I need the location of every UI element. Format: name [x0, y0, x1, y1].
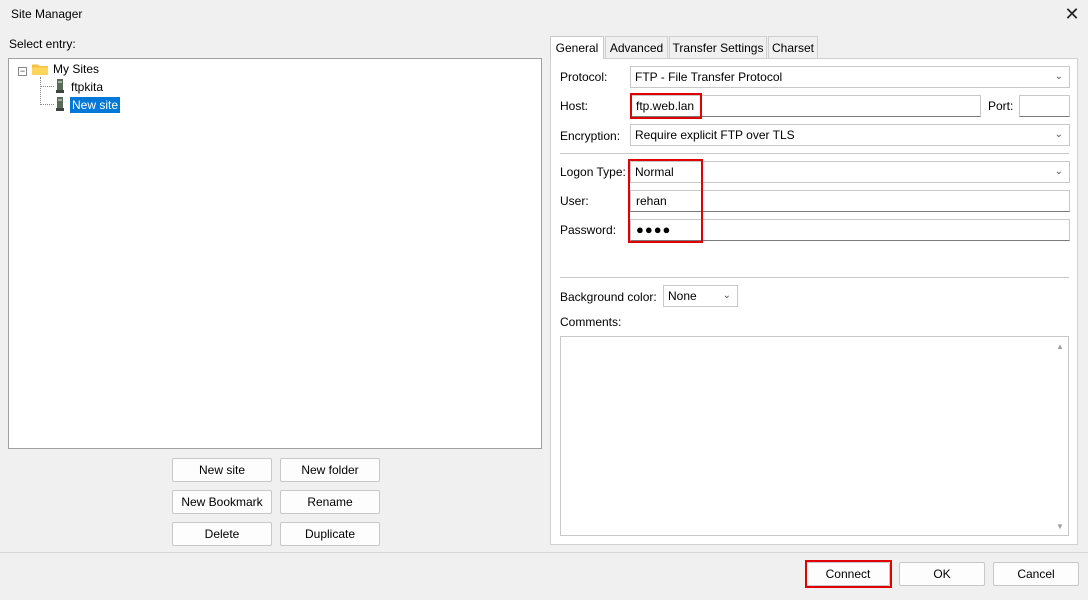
collapse-icon[interactable]: − — [18, 67, 27, 76]
site-tree[interactable]: − My Sites ftpkita New site — [8, 58, 542, 449]
duplicate-button[interactable]: Duplicate — [280, 522, 380, 546]
comments-textarea[interactable]: ▲ ▼ — [560, 336, 1069, 536]
cancel-button[interactable]: Cancel — [993, 562, 1079, 586]
title-bar — [0, 0, 1088, 30]
logon-type-select[interactable]: Normal ⌄ — [630, 161, 1070, 183]
tab-advanced[interactable]: Advanced — [605, 36, 668, 58]
background-color-value: None — [668, 289, 697, 303]
server-icon — [56, 97, 64, 111]
port-label: Port: — [988, 99, 1014, 113]
host-label: Host: — [560, 99, 589, 113]
tree-connector — [40, 86, 54, 87]
tab-transfer-settings[interactable]: Transfer Settings — [669, 36, 767, 58]
server-icon — [56, 79, 64, 93]
tab-charset[interactable]: Charset — [768, 36, 818, 58]
tree-connector — [40, 77, 41, 105]
logon-type-value: Normal — [635, 165, 674, 179]
password-label: Password: — [560, 223, 617, 237]
divider — [560, 277, 1069, 278]
chevron-down-icon: ⌄ — [722, 290, 731, 301]
window-title: Site Manager — [11, 7, 83, 21]
rename-button[interactable]: Rename — [280, 490, 380, 514]
comments-label: Comments: — [560, 315, 622, 329]
user-label: User: — [560, 194, 589, 208]
divider — [560, 153, 1069, 154]
select-entry-label: Select entry: — [9, 37, 76, 51]
background-color-label: Background color: — [560, 290, 657, 304]
encryption-label: Encryption: — [560, 129, 621, 143]
scroll-down-icon[interactable]: ▼ — [1056, 522, 1064, 531]
user-input[interactable]: rehan — [630, 190, 1070, 212]
tree-item-my-sites[interactable]: My Sites — [53, 61, 99, 77]
tab-general[interactable]: General — [550, 36, 604, 59]
password-input[interactable]: ●●●● — [630, 219, 1070, 241]
tree-connector — [40, 104, 54, 105]
connect-button[interactable]: Connect — [806, 562, 890, 586]
tree-item-new-site[interactable]: New site — [70, 97, 121, 113]
logon-type-label: Logon Type: — [560, 165, 626, 179]
encryption-select[interactable]: Require explicit FTP over TLS ⌄ — [630, 124, 1070, 146]
new-bookmark-button[interactable]: New Bookmark — [172, 490, 272, 514]
chevron-down-icon: ⌄ — [1054, 129, 1063, 140]
delete-button[interactable]: Delete — [172, 522, 272, 546]
folder-icon — [32, 64, 48, 75]
new-site-button[interactable]: New site — [172, 458, 272, 482]
protocol-label: Protocol: — [560, 70, 608, 84]
protocol-value: FTP - File Transfer Protocol — [635, 70, 783, 84]
new-folder-button[interactable]: New folder — [280, 458, 380, 482]
encryption-value: Require explicit FTP over TLS — [635, 128, 795, 142]
tree-item-ftpkita[interactable]: ftpkita — [71, 79, 103, 95]
comments-scrollbar[interactable]: ▲ ▼ — [1052, 338, 1067, 534]
port-input[interactable] — [1019, 95, 1070, 117]
ok-button[interactable]: OK — [899, 562, 985, 586]
protocol-select[interactable]: FTP - File Transfer Protocol ⌄ — [630, 66, 1070, 88]
scroll-up-icon[interactable]: ▲ — [1056, 342, 1064, 351]
host-input[interactable]: ftp.web.lan — [630, 95, 981, 117]
chevron-down-icon: ⌄ — [1054, 71, 1063, 82]
background-color-select[interactable]: None ⌄ — [663, 285, 738, 307]
chevron-down-icon: ⌄ — [1054, 166, 1063, 177]
close-icon[interactable]: ✕ — [1060, 2, 1084, 26]
